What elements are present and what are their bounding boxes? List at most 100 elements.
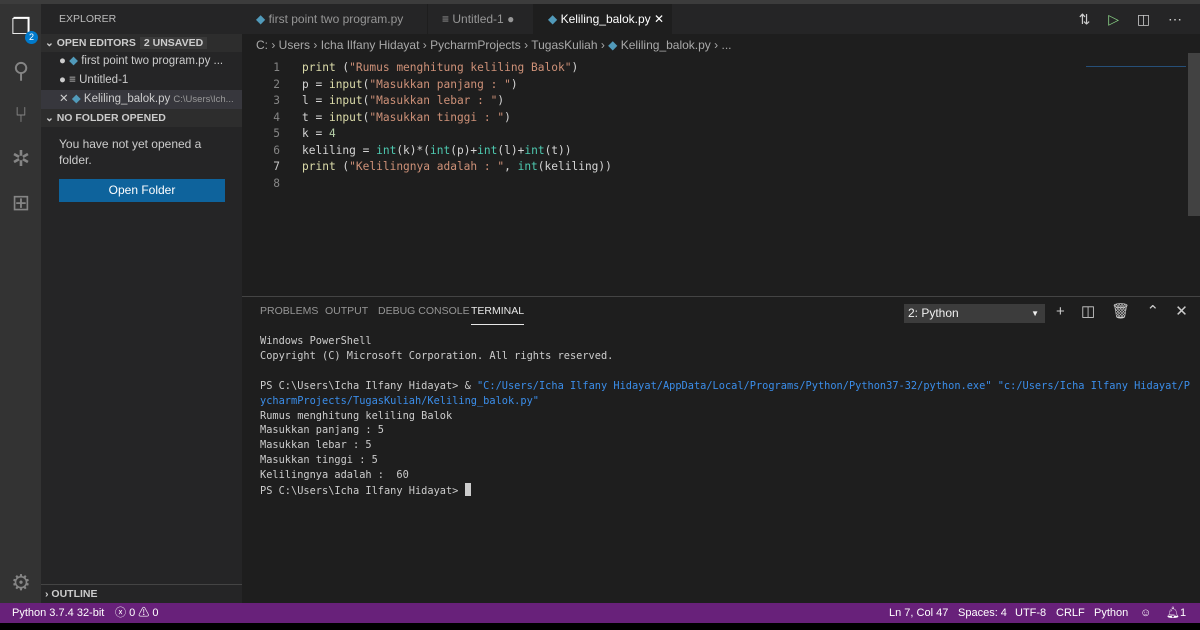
terminal-line: Copyright (C) Microsoft Corporation. All… [260, 349, 614, 362]
terminal-command: "C:/Users/Icha Ilfany Hidayat/AppData/Lo… [476, 379, 1190, 392]
open-folder-button[interactable]: Open Folder [59, 179, 225, 202]
feedback-icon[interactable]: ☺ [1140, 603, 1151, 623]
python-file-icon: ◆ [69, 55, 79, 67]
close-panel-icon[interactable]: ✕ [1175, 303, 1188, 320]
dropdown-arrow-icon: ▼ [1031, 309, 1039, 318]
terminal-cursor [464, 483, 471, 497]
python-file-icon: ◆ [71, 93, 81, 105]
open-editor-item[interactable]: ● ≡ Untitled-1 [41, 71, 242, 90]
tab-debug-console[interactable]: DEBUG CONSOLE [378, 305, 470, 325]
open-editor-item[interactable]: ● ◆ first point two program.py ... [41, 52, 242, 71]
terminal-line: Masukkan tinggi : 5 [260, 454, 378, 467]
problems-indicator[interactable]: ⓧ 0 ⚠ 0 [115, 603, 158, 623]
explorer-icon[interactable]: ❐ 2 [8, 14, 38, 44]
tab-problems[interactable]: PROBLEMS [260, 305, 318, 325]
minimap[interactable] [1086, 53, 1186, 67]
breadcrumb-item[interactable]: PycharmProjects [430, 38, 521, 52]
line-number: 4 [273, 110, 280, 124]
language-mode[interactable]: Python [1094, 603, 1128, 623]
tab-keliling[interactable]: ◆ Keliling_balok.py ✕ [534, 4, 672, 34]
code-line: print ("Kelilingnya adalah : ", int(keli… [302, 160, 612, 173]
terminal-line: Masukkan panjang : 5 [260, 424, 384, 437]
split-editor-icon[interactable]: ◫ [1137, 11, 1150, 27]
settings-icon[interactable]: ⚙ [8, 570, 34, 596]
notification-count: 1 [1179, 607, 1187, 619]
breadcrumb-item[interactable]: ... [721, 38, 731, 52]
line-number: 1 [273, 61, 280, 74]
line-number: 3 [273, 94, 280, 107]
tab-first-point[interactable]: ◆ first point two program.py [242, 4, 428, 34]
error-count: 0 [129, 607, 136, 619]
trash-icon[interactable]: 🗑 [1111, 303, 1130, 320]
extensions-icon[interactable]: ⊞ [8, 190, 34, 216]
breadcrumb-item[interactable]: TugasKuliah [531, 38, 597, 52]
line-number: 7 [273, 160, 280, 173]
terminal-prompt: PS C:\Users\Icha Ilfany Hidayat> [260, 485, 465, 498]
terminal-select[interactable]: 2: Python ▼ [904, 304, 1045, 323]
no-folder-header[interactable]: ⌄ NO FOLDER OPENED [41, 109, 242, 127]
code-line: k = 4 [302, 127, 336, 140]
line-number: 5 [273, 127, 280, 140]
python-file-icon: ◆ [608, 38, 618, 52]
editor-actions: ⇅ ▷ ◫ ⋯ [1079, 4, 1182, 34]
no-folder-message: You have not yet opened a folder. [59, 137, 202, 167]
python-file-icon: ◆ [256, 12, 266, 26]
python-interpreter[interactable]: Python 3.7.4 32-bit [12, 603, 104, 623]
file-path: C:\Users\Ich... [173, 94, 234, 105]
open-editors-header[interactable]: ⌄ OPEN EDITORS 2 UNSAVED [41, 34, 242, 52]
explorer-title: EXPLORER [59, 13, 117, 25]
dirty-dot-icon[interactable]: ● [507, 12, 514, 26]
notifications[interactable]: 🔔︎1 [1166, 603, 1186, 623]
tab-label: first point two program.py [268, 12, 404, 26]
breadcrumb-item[interactable]: C: [256, 38, 268, 52]
outline-header[interactable]: › OUTLINE [41, 584, 242, 603]
close-icon[interactable]: ✕ [654, 12, 664, 26]
tab-output[interactable]: OUTPUT [325, 305, 368, 325]
editor-scrollbar[interactable] [1188, 53, 1200, 216]
terminal-output[interactable]: Windows PowerShell Copyright (C) Microso… [260, 334, 1190, 499]
breadcrumb-item[interactable]: Keliling_balok.py [621, 38, 711, 52]
warning-count: 0 [152, 607, 159, 619]
tab-label: Untitled-1 [452, 12, 504, 26]
taskbar-strip [0, 623, 1200, 630]
code-line: l = input("Masukkan lebar : ") [302, 94, 505, 107]
add-terminal-icon[interactable]: + [1056, 303, 1065, 320]
line-number: 8 [273, 176, 280, 190]
terminal-line: Windows PowerShell [260, 335, 372, 347]
debug-icon[interactable]: ✲ [8, 146, 34, 172]
open-editors-label: OPEN EDITORS [56, 37, 136, 49]
maximize-panel-icon[interactable]: ⌃ [1147, 303, 1160, 320]
line-number: 2 [273, 77, 280, 91]
file-name: first point two program.py [81, 55, 211, 67]
breadcrumb-item[interactable]: Users [279, 38, 310, 52]
more-icon[interactable]: ⋯ [1168, 11, 1182, 27]
file-name: Keliling_balok.py [83, 93, 171, 105]
encoding[interactable]: UTF-8 [1015, 603, 1046, 623]
compare-icon[interactable]: ⇅ [1079, 11, 1091, 27]
tab-untitled[interactable]: ≡ Untitled-1 ● [428, 4, 534, 34]
run-icon[interactable]: ▷ [1108, 11, 1119, 27]
panel-actions: + ◫ 🗑 ⌃ ✕ [1056, 302, 1188, 320]
terminal-select-value: 2: Python [908, 306, 959, 320]
text-file-icon: ≡ [442, 12, 450, 26]
status-bar: Python 3.7.4 32-bit ⓧ 0 ⚠ 0 Ln 7, Col 47… [0, 603, 1200, 623]
split-terminal-icon[interactable]: ◫ [1081, 303, 1095, 320]
code-line: print ("Rumus menghitung keliling Balok"… [302, 61, 579, 74]
tab-terminal[interactable]: TERMINAL [471, 305, 525, 325]
close-icon[interactable]: ✕ [59, 93, 69, 105]
no-folder-label: NO FOLDER OPENED [56, 112, 166, 124]
outline-label: OUTLINE [51, 588, 98, 600]
search-icon[interactable]: ⚲ [8, 58, 34, 84]
open-editor-item[interactable]: ✕ ◆ Keliling_balok.py C:\Users\Ich... [41, 90, 242, 109]
unsaved-badge: 2 UNSAVED [139, 37, 208, 49]
error-icon: ⓧ [115, 607, 126, 619]
editor-tabs: ◆ first point two program.py ≡ Untitled-… [242, 4, 1200, 34]
line-ending[interactable]: CRLF [1056, 603, 1085, 623]
file-name: Untitled-1 [79, 74, 129, 86]
code-line: p = input("Masukkan panjang : ") [302, 77, 518, 91]
breadcrumb-item[interactable]: Icha Ilfany Hidayat [321, 38, 420, 52]
indentation[interactable]: Spaces: 4 [958, 603, 1007, 623]
cursor-position[interactable]: Ln 7, Col 47 [889, 603, 948, 623]
source-control-icon[interactable]: ⑂ [8, 102, 34, 128]
terminal-line: Masukkan lebar : 5 [260, 439, 372, 452]
